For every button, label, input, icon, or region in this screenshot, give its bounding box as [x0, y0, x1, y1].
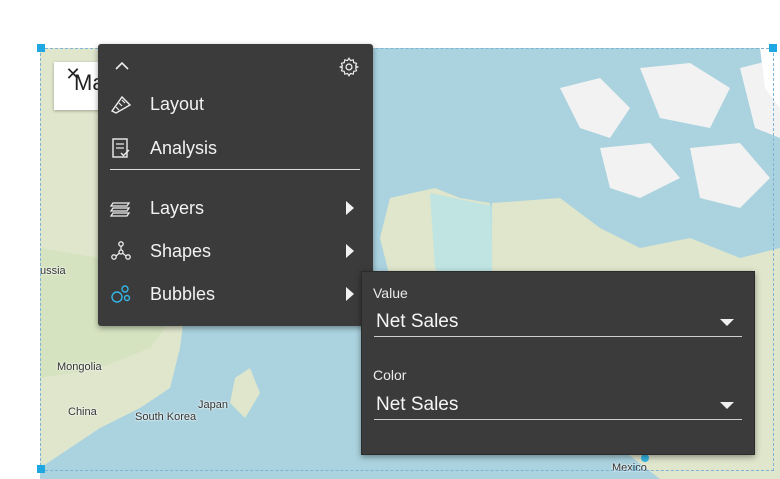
- shapes-nodes-icon: [111, 241, 131, 260]
- menu-item-label: Layout: [150, 93, 205, 114]
- menu-item-label: Analysis: [150, 137, 218, 158]
- resize-handle-bottom-left[interactable]: [37, 465, 45, 473]
- map-label-china: China: [68, 406, 97, 418]
- menu-item-bubbles[interactable]: Bubbles: [98, 274, 373, 314]
- color-select[interactable]: Net Sales: [374, 389, 742, 420]
- menu-item-layers[interactable]: Layers: [98, 188, 373, 228]
- value-field-label: Value: [373, 285, 408, 301]
- menu-item-label: Shapes: [150, 240, 212, 261]
- map-label-south-korea: South Korea: [135, 411, 197, 423]
- value-select-value: Net Sales: [376, 311, 459, 332]
- color-field-label: Color: [373, 367, 407, 383]
- layers-icon: [110, 202, 131, 217]
- bubbles-icon: [111, 285, 131, 303]
- menu-item-label: Layers: [150, 197, 205, 218]
- chevron-down-icon: [720, 402, 734, 409]
- chevron-right-icon: [346, 201, 354, 215]
- value-select[interactable]: Net Sales: [374, 306, 742, 337]
- chevron-up-icon[interactable]: [112, 56, 132, 76]
- chevron-right-icon: [346, 244, 354, 258]
- map-label-mexico: Mexico: [612, 462, 647, 474]
- menu-divider: [110, 169, 360, 170]
- menu-item-shapes[interactable]: Shapes: [98, 231, 373, 271]
- menu-item-layout[interactable]: Layout: [98, 84, 373, 124]
- resize-handle-top-left[interactable]: [37, 44, 45, 52]
- close-button[interactable]: ✕: [62, 63, 84, 85]
- chevron-down-icon: [720, 319, 734, 326]
- context-menu: Layout Analysis Layers Shapes Bubbles: [98, 44, 373, 326]
- map-label-mongolia: Mongolia: [57, 361, 102, 373]
- color-select-value: Net Sales: [376, 394, 459, 415]
- map-label-japan: Japan: [198, 399, 228, 411]
- chevron-right-icon: [346, 287, 354, 301]
- close-icon: ✕: [65, 63, 81, 84]
- layout-ruler-icon: [110, 95, 132, 114]
- resize-handle-top-right[interactable]: [769, 44, 777, 52]
- menu-item-label: Bubbles: [150, 283, 216, 304]
- analysis-checklist-icon: [112, 138, 130, 158]
- menu-item-analysis[interactable]: Analysis: [98, 128, 373, 168]
- gear-icon[interactable]: [338, 56, 360, 78]
- bubbles-submenu: Value Net Sales Color Net Sales: [361, 271, 755, 455]
- map-label-russia: ussia: [40, 265, 66, 277]
